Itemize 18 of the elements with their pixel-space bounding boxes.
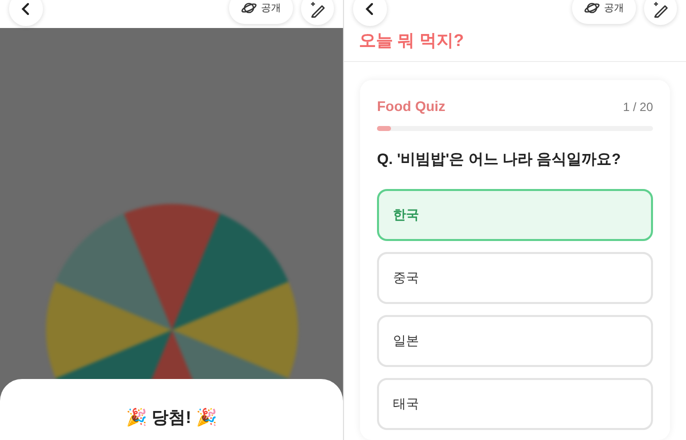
back-button[interactable]	[9, 0, 43, 26]
answer-option[interactable]: 일본	[377, 314, 653, 366]
planet-icon	[241, 1, 257, 15]
result-title: 🎉 당첨! 🎉	[126, 407, 218, 427]
back-button[interactable]	[353, 0, 387, 26]
answer-option[interactable]: 태국	[377, 378, 653, 430]
question-counter: 1 / 20	[622, 98, 653, 116]
quiz-title: Food Quiz	[377, 97, 446, 116]
page-title: 오늘 뭐 먹지?	[359, 30, 464, 52]
magic-pen-button[interactable]	[644, 0, 677, 25]
answer-option[interactable]: 중국	[377, 252, 653, 304]
magic-pen-icon	[308, 0, 326, 18]
magic-pen-button[interactable]	[301, 0, 334, 25]
visibility-button[interactable]: 공개	[572, 0, 636, 24]
magic-pen-icon	[652, 0, 670, 18]
question-text: Q. '비빔밥'은 어느 나라 음식일까요?	[377, 150, 622, 170]
planet-icon	[584, 1, 600, 15]
visibility-button[interactable]: 공개	[229, 0, 293, 24]
